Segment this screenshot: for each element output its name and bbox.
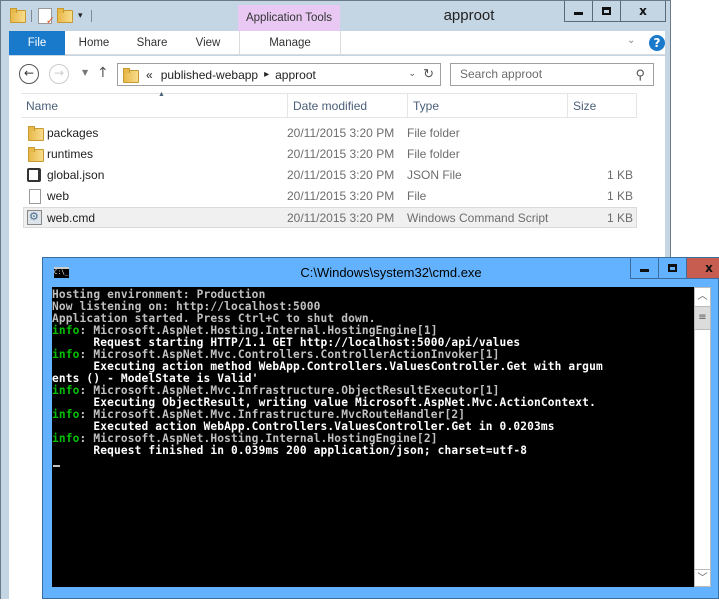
file-name: runtimes — [47, 147, 94, 161]
file-type: File folder — [407, 126, 460, 140]
file-size: 1 KB — [606, 168, 633, 182]
minimize-icon — [640, 269, 649, 272]
file-icon — [27, 189, 43, 205]
search-placeholder: Search approot — [460, 67, 543, 81]
column-header: ▲ Name Date modified Type Size — [21, 91, 637, 118]
cmd-maximize-button[interactable] — [658, 258, 687, 279]
file-name: global.json — [47, 168, 105, 182]
folder-icon — [122, 67, 139, 83]
contextual-tab-group-application-tools: Application Tools — [238, 5, 340, 31]
expand-ribbon-chevron-icon[interactable]: ⌄ — [627, 35, 635, 46]
tab-share[interactable]: Share — [131, 31, 173, 55]
file-date: 20/11/2015 3:20 PM — [287, 126, 395, 140]
file-date: 20/11/2015 3:20 PM — [287, 211, 395, 225]
search-input[interactable]: Search approot ⚲ — [450, 63, 654, 86]
console-output[interactable]: Hosting environment: Production Now liste… — [52, 287, 694, 587]
explorer-folder-icon[interactable] — [9, 8, 26, 24]
cmd-window: C:\_ C:\Windows\system32\cmd.exe x Hosti… — [42, 257, 719, 599]
new-folder-icon[interactable] — [56, 8, 73, 24]
file-row[interactable]: web 20/11/2015 3:20 PM File 1 KB — [23, 186, 637, 207]
cmd-window-title: C:\Windows\system32\cmd.exe — [300, 265, 482, 280]
minimize-icon — [574, 12, 583, 15]
tab-view[interactable]: View — [189, 31, 227, 55]
recent-locations-chevron-icon[interactable]: ▼ — [82, 68, 88, 77]
column-name[interactable]: Name — [21, 94, 287, 118]
customize-toolbar-chevron-icon[interactable]: ▾ — [78, 11, 83, 21]
tab-file[interactable]: File — [9, 31, 65, 55]
maximize-button[interactable] — [592, 1, 621, 22]
file-size: 1 KB — [606, 211, 633, 225]
maximize-icon — [668, 264, 677, 272]
divider — [31, 10, 32, 22]
file-size: 1 KB — [606, 189, 633, 203]
refresh-icon[interactable]: ↻ — [423, 66, 434, 82]
back-button[interactable]: ← — [19, 64, 39, 84]
cmd-close-button[interactable]: x — [686, 258, 719, 279]
column-size[interactable]: Size — [567, 94, 637, 118]
scroll-down-chevron-icon[interactable]: ﹀ — [695, 569, 710, 586]
address-history-chevron-icon[interactable]: ⌄ — [408, 68, 416, 79]
maximize-icon — [602, 7, 611, 15]
breadcrumb-overflow[interactable]: « — [146, 68, 153, 82]
help-icon[interactable]: ? — [649, 35, 665, 51]
ribbon-tabs: File Home Share View Manage ⌄ ? — [9, 31, 665, 55]
column-date-modified[interactable]: Date modified — [287, 94, 407, 118]
cmd-script-icon — [27, 207, 43, 228]
file-name: web.cmd — [47, 211, 96, 225]
navigation-bar: ← → ▼ ↑ « published-webapp ▸ approot ⌄ ↻… — [9, 56, 665, 92]
file-type: File — [407, 189, 427, 203]
file-type: JSON File — [407, 168, 462, 182]
file-type: File folder — [407, 147, 460, 161]
quick-access-toolbar: ▾ — [9, 7, 98, 27]
up-arrow-icon[interactable]: ↑ — [97, 65, 109, 81]
file-type: Windows Command Script — [407, 211, 549, 225]
file-name: packages — [47, 126, 99, 140]
json-file-icon — [27, 168, 43, 184]
divider — [90, 10, 92, 22]
breadcrumb-approot[interactable]: approot — [275, 68, 316, 82]
file-row[interactable]: runtimes 20/11/2015 3:20 PM File folder — [23, 144, 637, 165]
console-icon[interactable]: C:\_ — [54, 267, 69, 278]
search-icon[interactable]: ⚲ — [635, 64, 645, 85]
address-bar[interactable]: « published-webapp ▸ approot ⌄ ↻ — [117, 63, 441, 86]
column-type[interactable]: Type — [407, 94, 567, 118]
close-button[interactable]: x — [620, 1, 666, 22]
file-row[interactable]: global.json 20/11/2015 3:20 PM JSON File… — [23, 165, 637, 186]
folder-icon — [27, 147, 44, 163]
cmd-window-controls: x — [630, 258, 719, 279]
console-lines: Hosting environment: Production Now liste… — [52, 289, 694, 457]
tab-manage[interactable]: Manage — [239, 31, 341, 55]
file-row-selected[interactable]: web.cmd 20/11/2015 3:20 PM Windows Comma… — [23, 207, 637, 228]
scroll-up-chevron-icon[interactable]: ︿ — [695, 288, 710, 305]
text-cursor — [53, 465, 60, 467]
cmd-minimize-button[interactable] — [630, 258, 659, 279]
breadcrumb-published-webapp[interactable]: published-webapp — [161, 68, 258, 82]
file-row[interactable]: packages 20/11/2015 3:20 PM File folder — [23, 123, 637, 144]
properties-icon[interactable] — [38, 8, 55, 27]
console-line: Request finished in 0.039ms 200 applicat… — [52, 445, 694, 457]
close-icon: x — [639, 4, 647, 18]
file-name: web — [47, 189, 70, 203]
window-controls: x — [564, 1, 666, 22]
forward-button[interactable]: → — [49, 64, 69, 84]
tab-home[interactable]: Home — [73, 31, 115, 55]
file-date: 20/11/2015 3:20 PM — [287, 147, 395, 161]
breadcrumb-separator-icon[interactable]: ▸ — [264, 69, 269, 80]
close-icon: x — [705, 261, 713, 275]
window-title: approot — [443, 7, 495, 24]
file-list: packages 20/11/2015 3:20 PM File folder … — [23, 123, 637, 228]
vertical-scrollbar[interactable]: ︿ ≡ ﹀ — [694, 287, 711, 587]
scrollbar-thumb[interactable]: ≡ — [695, 306, 710, 330]
minimize-button[interactable] — [564, 1, 593, 22]
file-date: 20/11/2015 3:20 PM — [287, 189, 395, 203]
file-date: 20/11/2015 3:20 PM — [287, 168, 395, 182]
explorer-titlebar: ▾ Application Tools approot x — [1, 1, 671, 31]
console-text: Request finished in 0.039ms 200 applicat… — [52, 444, 528, 457]
folder-icon — [27, 126, 44, 142]
